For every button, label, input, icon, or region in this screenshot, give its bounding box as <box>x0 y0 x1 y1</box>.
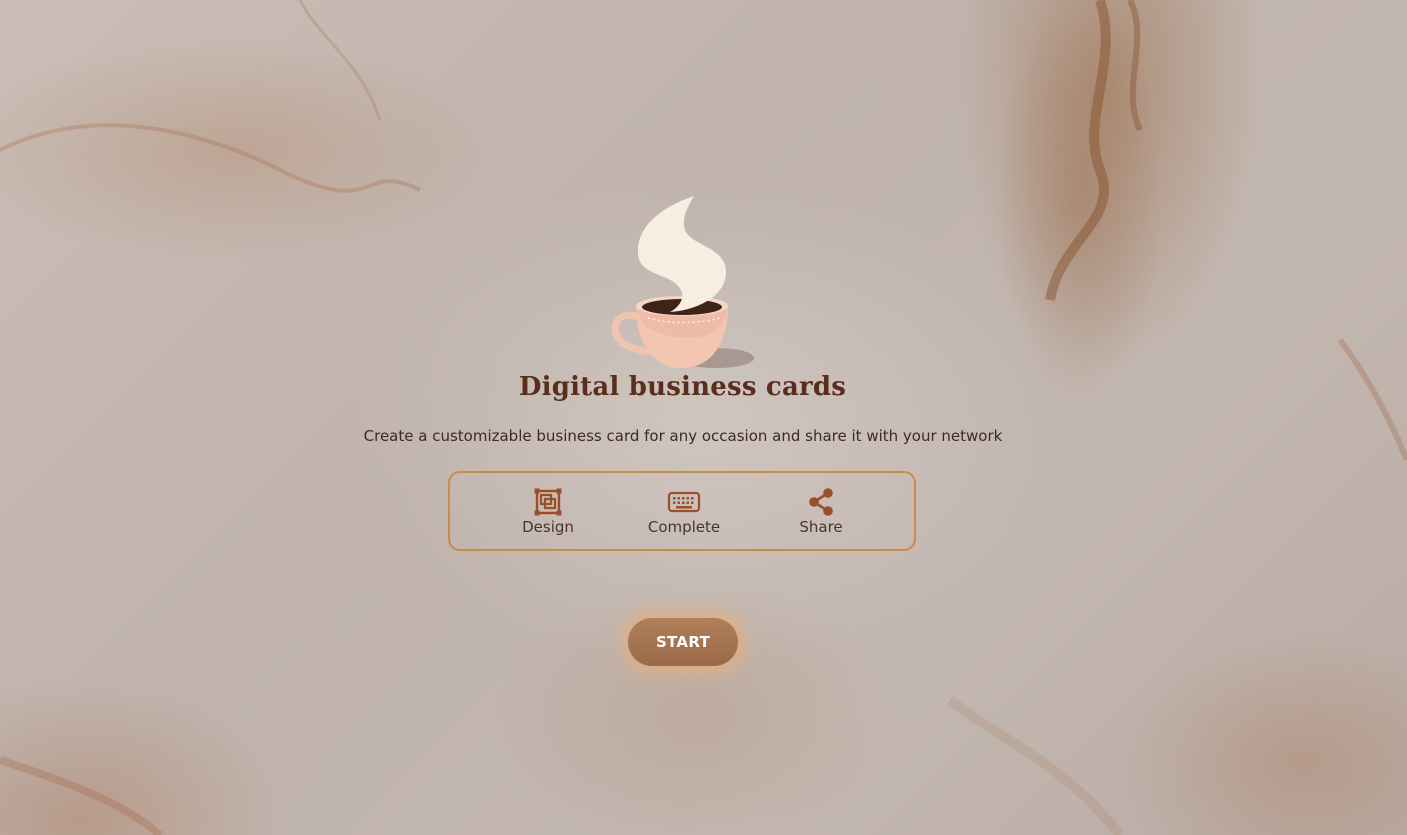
share-icon <box>809 488 833 516</box>
page-subtitle: Create a customizable business card for … <box>363 427 1003 445</box>
design-frame-icon <box>534 488 562 516</box>
keyboard-icon <box>667 491 701 513</box>
page-title: Digital business cards <box>518 372 847 402</box>
step-share-label: Share <box>799 518 843 536</box>
step-complete: Complete <box>629 487 739 536</box>
landing-page: Digital business cards Create a customiz… <box>0 0 1407 835</box>
step-share: Share <box>766 487 876 536</box>
coffee-cup-logo <box>611 196 754 368</box>
step-complete-label: Complete <box>647 518 721 536</box>
step-design-label: Design <box>522 518 574 536</box>
start-button[interactable]: START <box>628 618 738 666</box>
step-design: Design <box>493 487 603 536</box>
steps-panel: Design Complete Share <box>448 471 916 551</box>
